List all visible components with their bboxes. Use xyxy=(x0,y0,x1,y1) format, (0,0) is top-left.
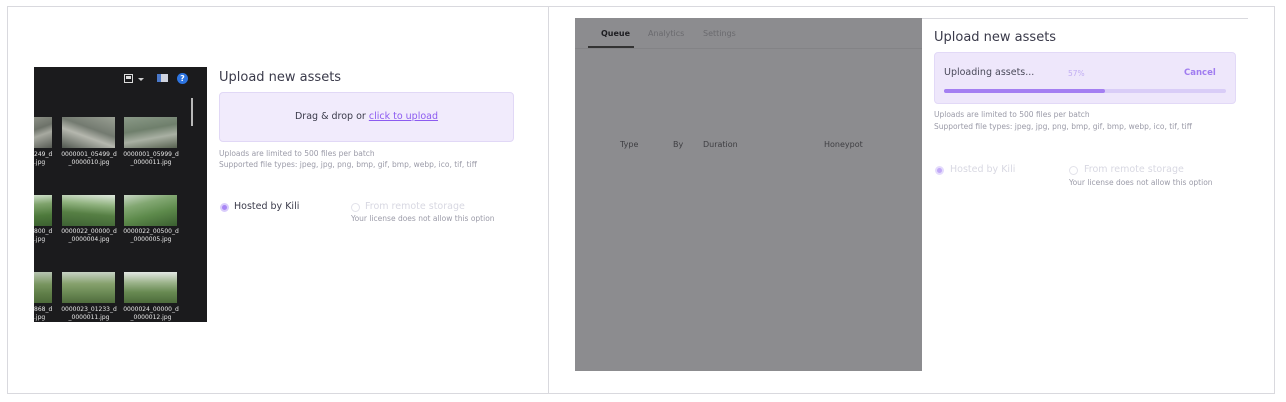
upload-dropzone[interactable]: Drag & drop or click to upload xyxy=(219,92,514,142)
file-name: 0000001_05999_d _0000011.jpg xyxy=(123,151,179,166)
uploading-label: Uploading assets... xyxy=(944,67,1035,78)
column-header-honeypot: Honeypot xyxy=(824,140,863,149)
upload-progress-bar xyxy=(944,89,1226,93)
column-header-duration: Duration xyxy=(703,140,738,149)
upload-progress-box xyxy=(934,52,1236,104)
column-header-by: By xyxy=(673,140,684,149)
file-explorer-window: ? 249_d .jpg 0000001_05499_d _0000010.jp… xyxy=(34,67,207,322)
click-to-upload-link[interactable]: click to upload xyxy=(369,111,438,122)
preview-pane-icon[interactable] xyxy=(157,74,168,82)
file-name: 0000001_05499_d _0000010.jpg xyxy=(61,151,117,166)
file-name: 0000024_00000_d _0000012.jpg xyxy=(123,306,179,321)
column-header-type: Type xyxy=(620,140,639,149)
view-mode-icon[interactable] xyxy=(124,74,133,83)
file-name: 800_d .jpg xyxy=(34,228,53,243)
explorer-toolbar: ? xyxy=(34,67,207,91)
file-thumbnail[interactable] xyxy=(34,195,52,226)
active-tab-indicator xyxy=(588,46,634,48)
chevron-down-icon[interactable] xyxy=(138,78,144,81)
file-thumbnail[interactable] xyxy=(34,272,52,303)
remote-storage-radio[interactable] xyxy=(1069,166,1078,175)
tab-bar-divider xyxy=(575,48,922,49)
file-name: 249_d .jpg xyxy=(34,151,53,166)
file-types-hint: Supported file types: jpeg, jpg, png, bm… xyxy=(934,122,1192,131)
file-thumbnail[interactable] xyxy=(62,117,115,148)
panel-divider xyxy=(548,6,549,394)
upload-panel-title: Upload new assets xyxy=(934,30,1057,45)
tab-analytics[interactable]: Analytics xyxy=(648,29,684,38)
upload-limit-hint: Uploads are limited to 500 files per bat… xyxy=(934,110,1090,119)
file-name: 0000022_00500_d _0000005.jpg xyxy=(123,228,179,243)
upload-limit-hint: Uploads are limited to 500 files per bat… xyxy=(219,149,375,158)
file-name: 0000023_01233_d _0000011.jpg xyxy=(61,306,117,321)
file-thumbnail[interactable] xyxy=(62,195,115,226)
tab-queue[interactable]: Queue xyxy=(601,29,630,38)
cancel-upload-button[interactable]: Cancel xyxy=(1184,68,1216,78)
file-thumbnail[interactable] xyxy=(124,117,177,148)
upload-panel-title: Upload new assets xyxy=(219,70,342,85)
file-thumbnail[interactable] xyxy=(124,195,177,226)
hosted-by-kili-label: Hosted by Kili xyxy=(234,201,300,212)
upload-percentage: 57% xyxy=(1068,69,1085,78)
license-note: Your license does not allow this option xyxy=(1069,178,1213,187)
license-note: Your license does not allow this option xyxy=(351,214,495,223)
tab-settings[interactable]: Settings xyxy=(703,29,736,38)
hosted-by-kili-radio[interactable] xyxy=(220,203,229,212)
remote-storage-radio[interactable] xyxy=(351,203,360,212)
side-panel-top-border xyxy=(922,18,1248,19)
file-name: 868_d .jpg xyxy=(34,306,53,321)
remote-storage-label: From remote storage xyxy=(365,201,465,212)
dropzone-text: Drag & drop or xyxy=(294,111,369,122)
hosted-by-kili-radio[interactable] xyxy=(935,166,944,175)
hosted-by-kili-label: Hosted by Kili xyxy=(950,164,1016,175)
help-icon[interactable]: ? xyxy=(177,73,188,84)
file-thumbnail[interactable] xyxy=(34,117,52,148)
file-name: 0000022_00000_d _0000004.jpg xyxy=(61,228,117,243)
file-types-hint: Supported file types: jpeg, jpg, png, bm… xyxy=(219,160,477,169)
upload-progress-fill xyxy=(944,89,1105,93)
background-app-overlay: Queue Analytics Settings Type By Duratio… xyxy=(575,18,922,371)
remote-storage-label: From remote storage xyxy=(1084,164,1184,175)
explorer-scrollbar[interactable] xyxy=(191,98,193,126)
file-thumbnail[interactable] xyxy=(124,272,177,303)
file-thumbnail[interactable] xyxy=(62,272,115,303)
